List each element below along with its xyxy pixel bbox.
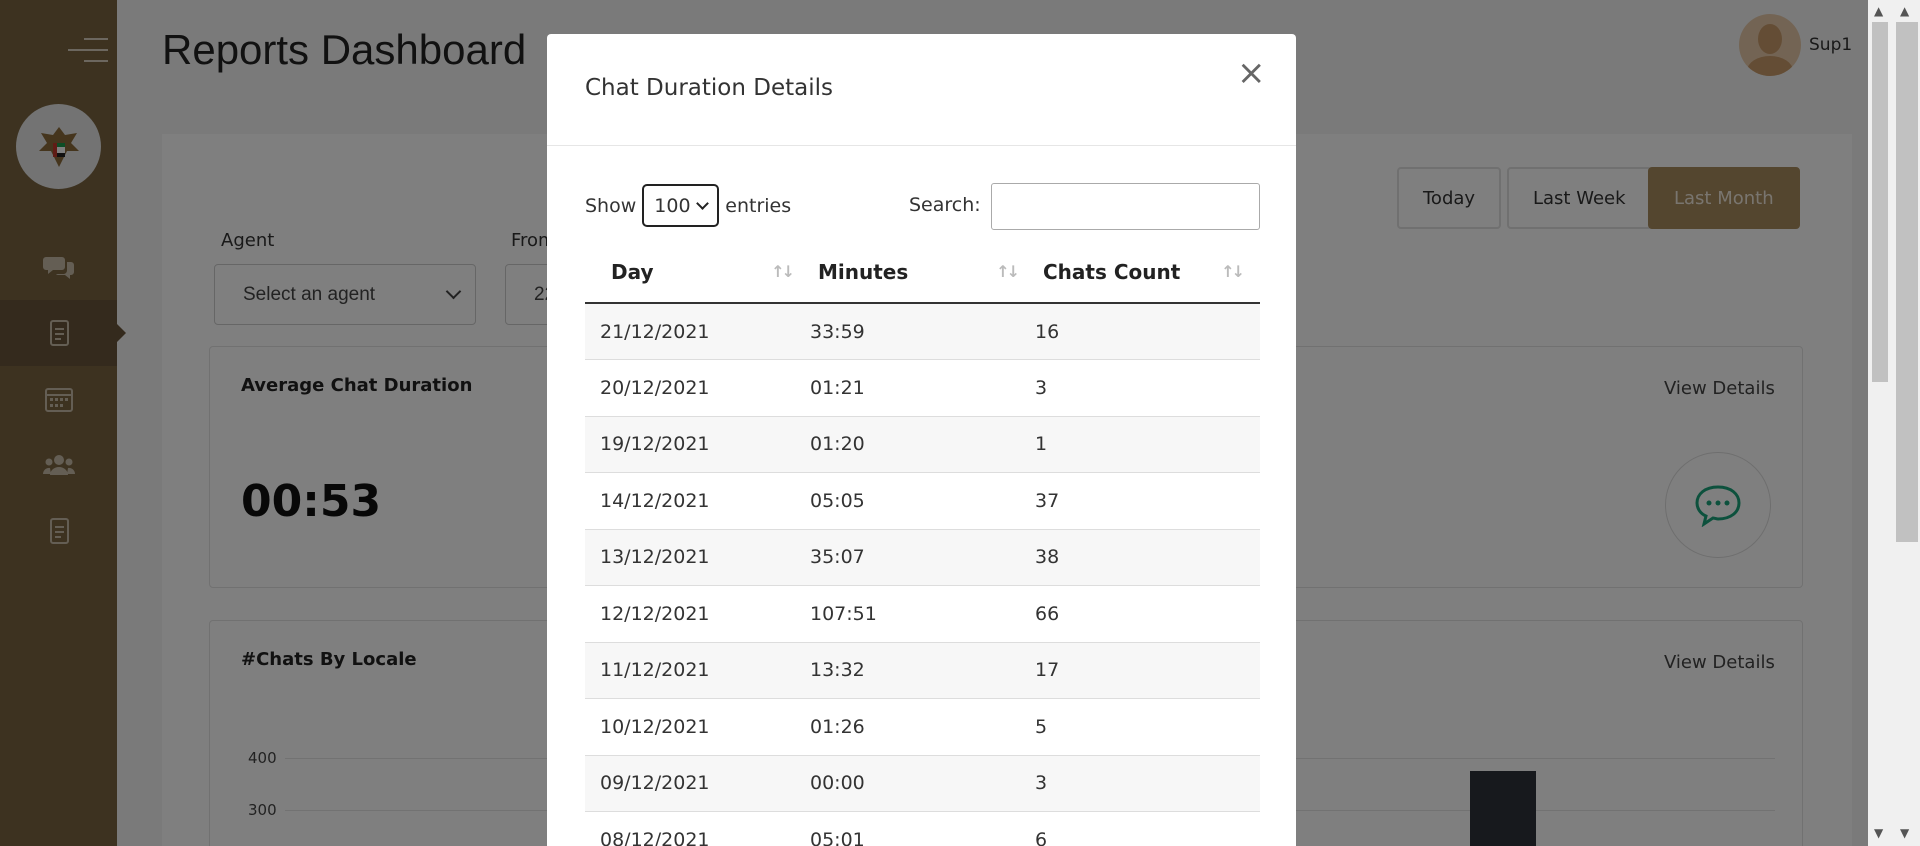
column-header-minutes[interactable]: Minutes ↑↓ — [810, 242, 1035, 304]
day-cell: 10/12/2021 — [585, 698, 810, 755]
sort-icon[interactable]: ↑↓ — [771, 262, 795, 281]
minutes-cell: 05:01 — [810, 811, 1035, 846]
chats-count-cell: 6 — [1035, 811, 1260, 846]
table-header-row: Day ↑↓ Minutes ↑↓ Chats Count ↑↓ — [585, 242, 1260, 304]
chat-duration-table: Day ↑↓ Minutes ↑↓ Chats Count ↑↓ 21/12/2021… — [585, 242, 1260, 846]
chats-count-cell: 5 — [1035, 698, 1260, 755]
chats-count-cell: 38 — [1035, 528, 1260, 586]
chats-count-cell: 1 — [1035, 415, 1260, 473]
minutes-cell: 33:59 — [810, 302, 1035, 360]
minutes-cell: 01:21 — [810, 359, 1035, 416]
chats-count-cell: 16 — [1035, 302, 1260, 360]
day-cell: 08/12/2021 — [585, 811, 810, 846]
table-row: 19/12/2021 01:20 1 — [585, 415, 1260, 473]
day-cell: 12/12/2021 — [585, 585, 810, 642]
day-cell: 13/12/2021 — [585, 528, 810, 586]
column-header-chats-count[interactable]: Chats Count ↑↓ — [1035, 242, 1260, 304]
chats-count-cell: 3 — [1035, 754, 1260, 812]
search-label: Search: — [909, 194, 981, 216]
table-row: 09/12/2021 00:00 3 — [585, 754, 1260, 812]
chevron-down-icon — [696, 197, 710, 210]
entries-label: entries — [725, 194, 792, 217]
entries-select[interactable]: 100 — [642, 184, 720, 227]
table-row: 08/12/2021 05:01 6 — [585, 811, 1260, 846]
table-row: 13/12/2021 35:07 38 — [585, 528, 1260, 586]
page-scrollbar-thumb[interactable] — [1896, 22, 1918, 542]
minutes-cell: 35:07 — [810, 528, 1035, 586]
modal-header: Chat Duration Details × — [547, 34, 1296, 146]
modal-scrollbar-thumb[interactable] — [1872, 22, 1888, 382]
sort-icon[interactable]: ↑↓ — [1221, 262, 1245, 281]
table-row: 20/12/2021 01:21 3 — [585, 359, 1260, 416]
day-cell: 20/12/2021 — [585, 359, 810, 416]
scroll-up-arrow-icon[interactable]: ▲ — [1900, 4, 1909, 18]
day-cell: 21/12/2021 — [585, 302, 810, 360]
table-row: 12/12/2021 107:51 66 — [585, 585, 1260, 642]
modal-title: Chat Duration Details — [585, 75, 834, 101]
close-icon[interactable]: × — [1237, 56, 1266, 90]
chats-count-cell: 66 — [1035, 585, 1260, 642]
minutes-cell: 13:32 — [810, 641, 1035, 699]
chat-duration-details-modal: Chat Duration Details × Show 100 entries… — [547, 34, 1296, 846]
scroll-up-arrow-icon[interactable]: ▲ — [1874, 4, 1883, 18]
minutes-cell: 01:20 — [810, 415, 1035, 473]
day-cell: 19/12/2021 — [585, 415, 810, 473]
scroll-down-arrow-icon[interactable]: ▼ — [1874, 826, 1883, 840]
table-row: 14/12/2021 05:05 37 — [585, 472, 1260, 529]
show-label: Show — [585, 194, 637, 217]
minutes-cell: 107:51 — [810, 585, 1035, 642]
day-cell: 09/12/2021 — [585, 754, 810, 812]
column-header-label: Chats Count — [1043, 260, 1181, 284]
minutes-cell: 05:05 — [810, 472, 1035, 529]
scroll-down-arrow-icon[interactable]: ▼ — [1900, 826, 1909, 840]
entries-length-control: Show 100 entries — [585, 184, 791, 227]
page-scrollbar[interactable]: ▲ ▲ ▼ ▼ — [1868, 0, 1920, 846]
table-row: 11/12/2021 13:32 17 — [585, 641, 1260, 699]
chats-count-cell: 17 — [1035, 641, 1260, 699]
chats-count-cell: 3 — [1035, 359, 1260, 416]
search-input[interactable] — [991, 183, 1260, 230]
sort-icon[interactable]: ↑↓ — [996, 262, 1020, 281]
chats-count-cell: 37 — [1035, 472, 1260, 529]
table-row: 10/12/2021 01:26 5 — [585, 698, 1260, 755]
entries-select-value: 100 — [654, 194, 691, 217]
column-header-day[interactable]: Day ↑↓ — [585, 242, 810, 304]
column-header-label: Minutes — [818, 260, 909, 284]
day-cell: 14/12/2021 — [585, 472, 810, 529]
minutes-cell: 01:26 — [810, 698, 1035, 755]
table-row: 21/12/2021 33:59 16 — [585, 302, 1260, 360]
column-header-label: Day — [611, 260, 654, 284]
day-cell: 11/12/2021 — [585, 641, 810, 699]
minutes-cell: 00:00 — [810, 754, 1035, 812]
